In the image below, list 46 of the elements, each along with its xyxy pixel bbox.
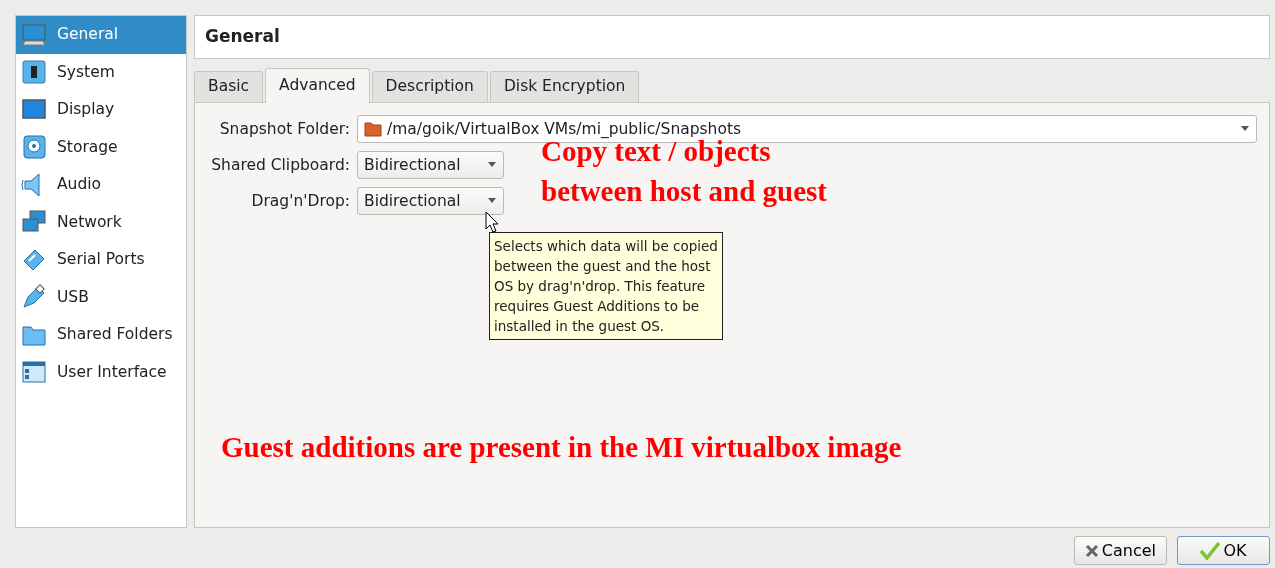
page-title: General bbox=[194, 15, 1270, 59]
sidebar-item[interactable]: User Interface bbox=[16, 353, 186, 391]
sidebar-label: User Interface bbox=[57, 361, 167, 383]
tab[interactable]: Disk Encryption bbox=[489, 71, 640, 103]
dropdown-arrow-icon bbox=[487, 162, 497, 169]
tab[interactable]: Basic bbox=[194, 71, 264, 103]
sidebar-item[interactable]: General bbox=[16, 16, 186, 54]
folder-icon bbox=[364, 121, 382, 138]
sidebar-item[interactable]: Display bbox=[16, 91, 186, 129]
dropdown[interactable]: Bidirectional bbox=[357, 187, 504, 216]
tab[interactable]: Description bbox=[371, 71, 488, 103]
sidebar-label: Serial Ports bbox=[57, 249, 145, 271]
sidebar-label: USB bbox=[57, 286, 89, 308]
monitor-icon bbox=[21, 21, 47, 48]
usb-plug-icon bbox=[21, 284, 47, 311]
sidebar-label: General bbox=[57, 24, 119, 46]
cancel-button[interactable]: Cancel bbox=[1073, 536, 1167, 565]
tooltip: Selects which data will be copied between the guest and the host OS by drag'n'drop. This feature requires Guest Additions to be installed in the guest OS. bbox=[489, 232, 723, 341]
dropdown-arrow-icon bbox=[1240, 126, 1250, 133]
mouse-cursor-icon bbox=[485, 211, 499, 234]
sidebar-item[interactable]: Network bbox=[16, 203, 186, 241]
tab[interactable]: Advanced bbox=[265, 68, 370, 104]
sidebar-label: Display bbox=[57, 99, 115, 121]
sidebar-item[interactable]: Storage bbox=[16, 128, 186, 166]
sidebar-label: System bbox=[57, 61, 115, 83]
ok-button[interactable]: OK bbox=[1177, 536, 1270, 565]
annotation-text: Guest additions are present in the MI virtualbox image bbox=[221, 433, 902, 463]
sidebar-item[interactable]: Serial Ports bbox=[16, 241, 186, 279]
sidebar-label: Storage bbox=[57, 136, 118, 158]
field-label: Snapshot Folder: bbox=[218, 118, 351, 140]
sidebar-label: Audio bbox=[57, 174, 102, 196]
field-label: Drag'n'Drop: bbox=[250, 190, 351, 212]
field-label: Shared Clipboard: bbox=[210, 154, 351, 176]
dropdown[interactable]: Bidirectional bbox=[357, 151, 504, 180]
sidebar-item[interactable]: System bbox=[16, 53, 186, 91]
chip-icon bbox=[21, 59, 47, 86]
sidebar-item[interactable]: Audio bbox=[16, 166, 186, 204]
sidebar-item[interactable]: USB bbox=[16, 278, 186, 316]
close-icon bbox=[1084, 543, 1099, 558]
sidebar-label: Shared Folders bbox=[57, 324, 173, 346]
dropdown-arrow-icon bbox=[487, 198, 497, 205]
sidebar-label: Network bbox=[57, 211, 122, 233]
sidebar-item[interactable]: Shared Folders bbox=[16, 316, 186, 354]
checkmark-icon bbox=[1200, 541, 1221, 560]
annotation-text: between host and guest bbox=[541, 177, 827, 207]
window-icon bbox=[21, 359, 47, 386]
